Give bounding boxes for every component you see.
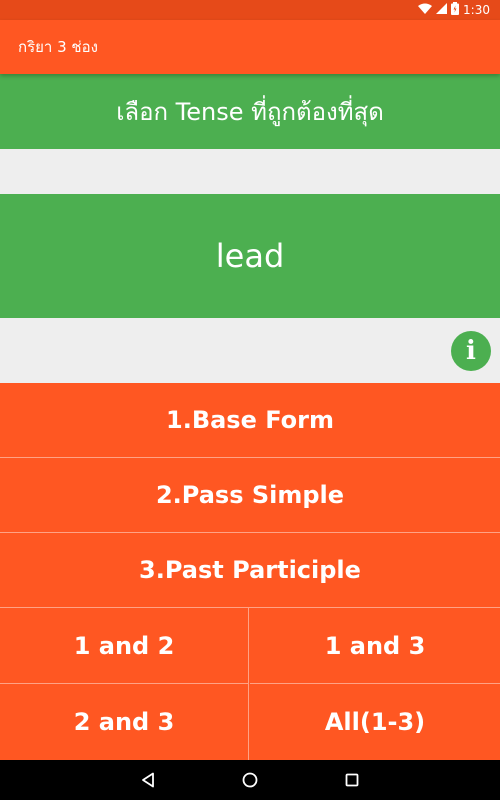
answer-label: 3.Past Participle <box>139 556 361 584</box>
answer-label: 2.Pass Simple <box>155 481 345 509</box>
answer-2-and-3[interactable]: 2 and 3 <box>0 684 249 760</box>
status-bar: 1:30 <box>0 0 500 20</box>
question-banner: เลือก Tense ที่ถูกต้องที่สุด <box>0 74 500 149</box>
answer-past-participle[interactable]: 3.Past Participle <box>0 533 500 608</box>
signal-icon <box>436 3 448 17</box>
status-time: 1:30 <box>463 3 490 17</box>
battery-icon <box>451 2 460 18</box>
answer-past-simple[interactable]: 2.Pass Simple <box>0 458 500 533</box>
answer-label: 1 and 3 <box>324 631 426 660</box>
answer-all[interactable]: All(1-3) <box>250 684 500 760</box>
answer-label: 2 and 3 <box>73 708 175 736</box>
info-button[interactable]: i <box>451 331 491 371</box>
answer-1-and-3[interactable]: 1 and 3 <box>250 608 500 684</box>
home-icon[interactable] <box>239 769 261 791</box>
app-title: กริยา 3 ช่อง <box>18 38 98 56</box>
answer-label: 1 and 2 <box>73 631 175 660</box>
app-bar: กริยา 3 ช่อง <box>0 20 500 74</box>
answer-1-and-2[interactable]: 1 and 2 <box>0 608 249 684</box>
recents-icon[interactable] <box>341 769 363 791</box>
answer-label: All(1-3) <box>324 708 426 736</box>
answer-label: 1.Base Form <box>166 406 334 434</box>
answer-grid: 1.Base Form 2.Pass Simple 3.Past Partici… <box>0 383 500 760</box>
question-text: เลือก Tense ที่ถูกต้องที่สุด <box>116 98 384 126</box>
answer-base-form[interactable]: 1.Base Form <box>0 383 500 458</box>
word-card: lead <box>0 194 500 318</box>
navigation-bar <box>0 760 500 800</box>
back-icon[interactable] <box>137 769 159 791</box>
quiz-word: lead <box>215 237 285 275</box>
wifi-icon <box>418 3 433 18</box>
info-icon: i <box>466 336 476 366</box>
